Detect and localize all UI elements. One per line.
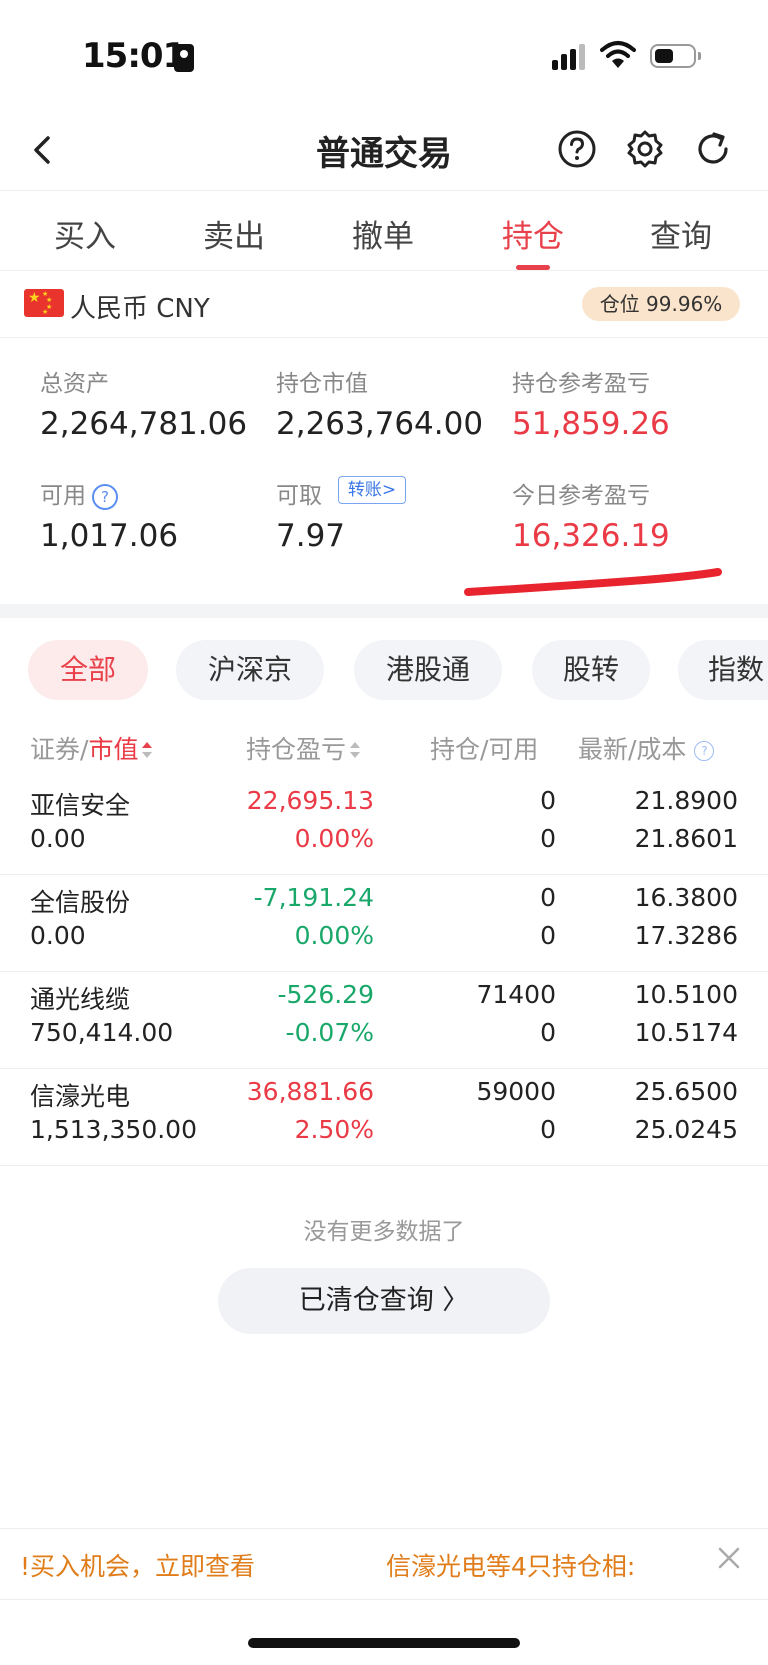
position-qty: 59000 (476, 1077, 556, 1106)
sort-icon (142, 742, 153, 760)
security-name: 信濠光电 (30, 1082, 131, 1111)
col-security-header[interactable]: 证券/市值 (30, 730, 153, 766)
status-bar: 15:01 (0, 0, 768, 110)
contact-badge-icon (174, 44, 194, 72)
available-help-icon[interactable]: ? (92, 483, 118, 510)
table-row[interactable]: 信濠光电 1,513,350.00 36,881.66 2.50% 59000 … (0, 1069, 768, 1166)
tab-query[interactable]: 查询 (606, 211, 756, 256)
nav-bar: 普通交易 (0, 110, 768, 190)
help-icon[interactable] (556, 128, 598, 170)
table-row[interactable]: 通光线缆 750,414.00 -526.29 -0.07% 71400 0 1… (0, 972, 768, 1069)
tab-cancel-order[interactable]: 撤单 (308, 211, 458, 256)
latest-price: 16.3800 (634, 883, 738, 912)
status-time: 15:01 (82, 36, 186, 76)
cost-price: 25.0245 (634, 1115, 738, 1144)
filter-index[interactable]: 指数 (678, 640, 768, 700)
tab-buy[interactable]: 买入 (10, 211, 160, 256)
col-latest-cost-label: 最新/成本 (578, 735, 687, 764)
latest-price: 25.6500 (634, 1077, 738, 1106)
cost-price: 21.8601 (634, 824, 738, 853)
withdrawable-label: 可取 (276, 483, 322, 509)
position-pl-pct: -0.07% (285, 1018, 374, 1047)
available-qty: 0 (540, 824, 556, 853)
position-pl: -7,191.24 (253, 883, 374, 912)
cost-price: 17.3286 (634, 921, 738, 950)
cost-price: 10.5174 (634, 1018, 738, 1047)
position-pl-pct: 2.50% (294, 1115, 374, 1144)
security-name: 亚信安全 (30, 791, 131, 820)
position-qty: 0 (540, 786, 556, 815)
position-pl: 36,881.66 (246, 1077, 374, 1106)
filter-hk-connect[interactable]: 港股通 (354, 640, 502, 700)
sort-icon (350, 742, 361, 760)
withdrawable-value: 7.97 (276, 518, 346, 554)
position-ratio-badge: 仓位 99.96% (582, 287, 740, 321)
col-pl-header[interactable]: 持仓盈亏 (246, 730, 361, 766)
closed-positions-query-button[interactable]: 已清仓查询 〉 (218, 1268, 550, 1334)
filter-all[interactable]: 全部 (28, 640, 148, 700)
red-underline-annotation (464, 568, 722, 596)
security-market-value: 0.00 (30, 921, 86, 950)
today-pl-value: 16,326.19 (512, 518, 670, 554)
position-pl-value: 51,859.26 (512, 406, 670, 442)
banner-text-2[interactable]: 信濠光电等4只持仓相: (386, 1547, 635, 1583)
col-latest-cost-header: 最新/成本? (578, 730, 715, 766)
market-value-label: 持仓市值 (276, 371, 368, 397)
total-assets-value: 2,264,781.06 (40, 406, 248, 442)
position-qty: 0 (540, 883, 556, 912)
col-market-value-label: 市值 (88, 735, 139, 764)
available-qty: 0 (540, 1115, 556, 1144)
security-market-value: 0.00 (30, 824, 86, 853)
table-row[interactable]: 亚信安全 0.00 22,695.13 0.00% 0 0 21.8900 21… (0, 778, 768, 875)
no-more-data-text: 没有更多数据了 (303, 1219, 465, 1245)
transfer-button[interactable]: 转账> (338, 476, 406, 504)
market-filter-chips: 全部 沪深京 港股通 股转 指数 (0, 618, 768, 718)
battery-icon (650, 44, 701, 68)
tab-sell[interactable]: 卖出 (159, 211, 309, 256)
today-pl-label: 今日参考盈亏 (512, 483, 650, 509)
total-assets-label: 总资产 (40, 371, 109, 397)
holdings-list: 亚信安全 0.00 22,695.13 0.00% 0 0 21.8900 21… (0, 778, 768, 1166)
col-pl-label: 持仓盈亏 (246, 735, 347, 764)
security-market-value: 1,513,350.00 (30, 1115, 197, 1144)
available-qty: 0 (540, 921, 556, 950)
available-label-text: 可用 (40, 483, 86, 509)
close-icon[interactable] (714, 1543, 744, 1573)
security-name: 通光线缆 (30, 985, 131, 1014)
position-pl-pct: 0.00% (294, 921, 374, 950)
promo-banner[interactable]: !买入机会，立即查看 信濠光电等4只持仓相: (0, 1528, 768, 1600)
latest-cost-help-icon[interactable]: ? (694, 741, 715, 761)
currency-label: 人民币 CNY (70, 294, 210, 324)
section-divider (0, 604, 768, 618)
position-pl-label: 持仓参考盈亏 (512, 371, 650, 397)
filter-neeq[interactable]: 股转 (532, 640, 650, 700)
position-pl: 22,695.13 (246, 786, 374, 815)
available-qty: 0 (540, 1018, 556, 1047)
available-label: 可用? (40, 476, 118, 510)
position-pl-pct: 0.00% (294, 824, 374, 853)
col-security-label: 证券 (30, 735, 81, 764)
wifi-icon (600, 41, 636, 68)
refresh-icon[interactable] (692, 128, 734, 170)
cellular-signal-icon (552, 44, 588, 70)
banner-text-1[interactable]: !买入机会，立即查看 (20, 1547, 255, 1583)
table-row[interactable]: 全信股份 0.00 -7,191.24 0.00% 0 0 16.3800 17… (0, 875, 768, 972)
security-market-value: 750,414.00 (30, 1018, 174, 1047)
latest-price: 10.5100 (634, 980, 738, 1009)
trade-tabs: 买入 卖出 撤单 持仓 查询 (0, 190, 768, 271)
position-pl: -526.29 (277, 980, 375, 1009)
filter-sh-sz-bj[interactable]: 沪深京 (176, 640, 324, 700)
market-value-value: 2,263,764.00 (276, 406, 484, 442)
position-qty: 71400 (476, 980, 556, 1009)
settings-gear-icon[interactable] (624, 128, 666, 170)
home-indicator[interactable] (248, 1638, 520, 1648)
currency-row: ★ ★ ★ ★ ★ 人民币 CNY 仓位 99.96% (0, 271, 768, 338)
available-value: 1,017.06 (40, 518, 179, 554)
security-name: 全信股份 (30, 888, 131, 917)
latest-price: 21.8900 (634, 786, 738, 815)
holdings-table-header: 证券/市值 持仓盈亏 持仓/可用 最新/成本? (0, 718, 768, 778)
tab-positions[interactable]: 持仓 (458, 211, 608, 256)
china-flag-icon: ★ ★ ★ ★ ★ (24, 289, 64, 317)
col-position-header: 持仓/可用 (430, 735, 539, 764)
